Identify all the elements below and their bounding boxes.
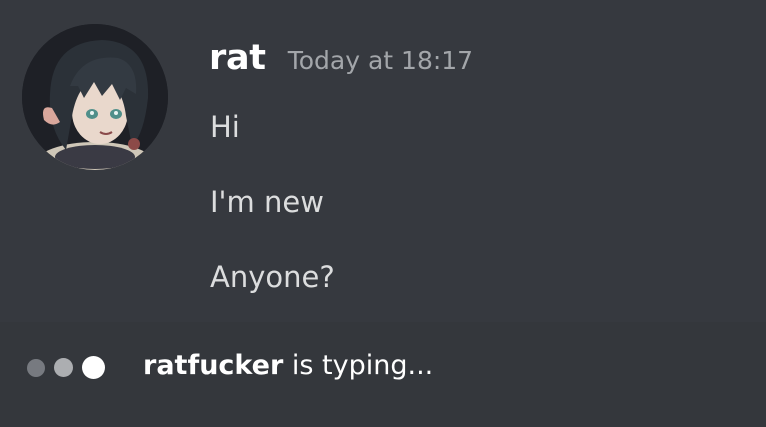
typing-status-text: is typing... <box>291 350 434 381</box>
user-avatar[interactable] <box>22 24 168 170</box>
message-group: rat Today at 18:17 Hi I'm new Anyone? <box>0 0 766 320</box>
message-text: Anyone? <box>210 260 335 294</box>
username[interactable]: rat <box>209 38 266 78</box>
typing-dot <box>82 356 105 379</box>
message-header: rat Today at 18:17 <box>209 38 473 84</box>
message-text: I'm new <box>210 185 324 219</box>
typing-dot <box>54 358 73 377</box>
typing-username: ratfucker <box>143 350 284 381</box>
typing-dots-icon <box>27 356 114 379</box>
message-text: Hi <box>210 110 240 144</box>
typing-indicator: ratfucker is typing... <box>143 350 433 381</box>
message-timestamp: Today at 18:17 <box>287 46 474 75</box>
typing-dot <box>27 358 45 377</box>
anime-girl-avatar-icon <box>22 24 168 170</box>
chat-view: rat Today at 18:17 Hi I'm new Anyone? ra… <box>0 0 766 427</box>
